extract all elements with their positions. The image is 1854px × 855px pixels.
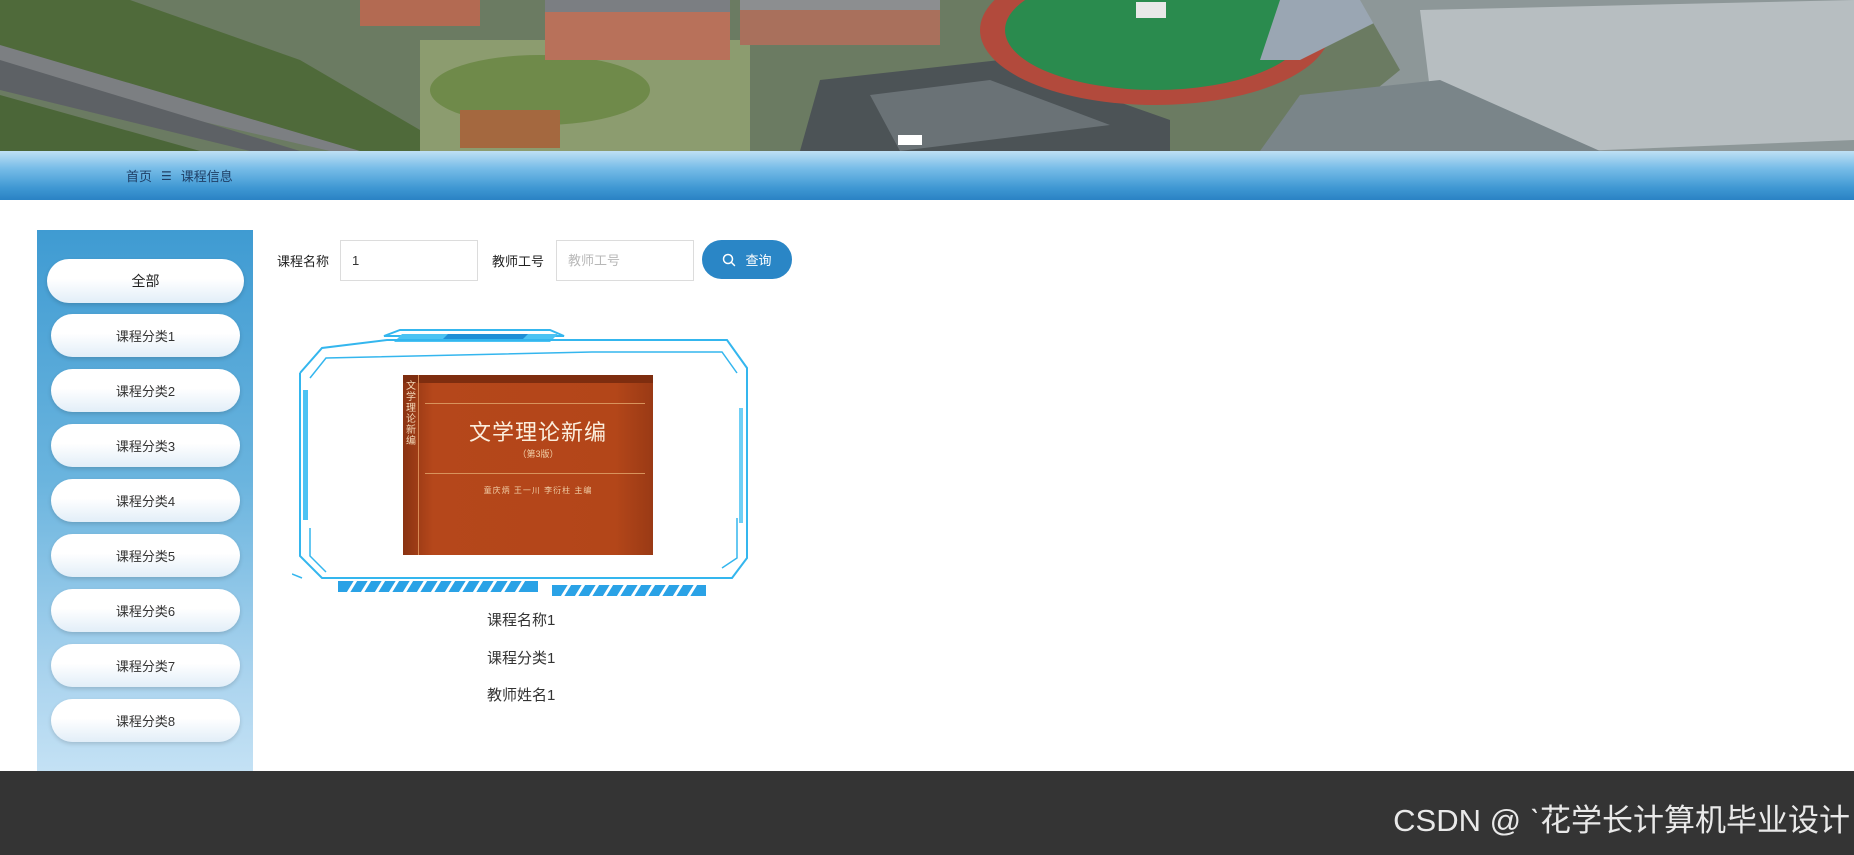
category-item-6[interactable]: 课程分类6 — [51, 589, 240, 632]
cover-authors: 童庆炳 王一川 李衍柱 主编 — [483, 486, 593, 495]
category-all[interactable]: 全部 — [47, 259, 244, 303]
category-item-4[interactable]: 课程分类4 — [51, 479, 240, 522]
cover-edition: （第3版） — [517, 449, 559, 459]
course-name[interactable]: 课程名称1 — [487, 609, 555, 630]
breadcrumb-home-link[interactable]: 首页 — [126, 166, 152, 185]
course-name-input[interactable] — [340, 240, 478, 281]
campus-banner — [0, 0, 1854, 151]
course-name-label: 课程名称 — [277, 254, 330, 269]
search-button[interactable]: 查询 — [702, 240, 792, 279]
csdn-watermark: CSDN @ ˋ花学长计算机毕业设计 — [1393, 803, 1850, 838]
cover-title: 文学理论新编 — [468, 421, 607, 446]
cover-rule-top — [425, 403, 645, 404]
cover-top-band — [403, 375, 653, 383]
teacher-id-label: 教师工号 — [492, 254, 545, 269]
search-icon — [723, 253, 736, 266]
course-cover-image[interactable]: 文学理论新编 文学理论新编 （第3版） 童庆炳 王一川 李衍柱 主编 — [403, 375, 653, 555]
category-item-8[interactable]: 课程分类8 — [51, 699, 240, 742]
category-item-5[interactable]: 课程分类5 — [51, 534, 240, 577]
breadcrumb-menu-icon: ☰ — [161, 168, 172, 183]
cover-rule-bottom — [425, 473, 645, 474]
search-button-label: 查询 — [745, 253, 772, 268]
page-footer: CSDN @ ˋ花学长计算机毕业设计 — [0, 771, 1854, 855]
teacher-id-input[interactable] — [556, 240, 694, 281]
course-teacher: 教师姓名1 — [487, 687, 556, 704]
category-sidebar: 全部 课程分类1 课程分类2 课程分类3 课程分类4 课程分类5 课程分类6 课… — [37, 230, 253, 783]
category-item-2[interactable]: 课程分类2 — [51, 369, 240, 412]
category-item-1[interactable]: 课程分类1 — [51, 314, 240, 357]
campus-aerial-illustration — [0, 0, 1854, 151]
breadcrumb: 首页 ☰ 课程信息 — [126, 166, 233, 185]
breadcrumb-current: 课程信息 — [180, 169, 233, 184]
cover-spine-text: 文学理论新编 — [406, 381, 416, 447]
course-category: 课程分类1 — [487, 650, 556, 667]
category-item-7[interactable]: 课程分类7 — [51, 644, 240, 687]
breadcrumb-bar: 首页 ☰ 课程信息 — [0, 151, 1854, 200]
category-item-3[interactable]: 课程分类3 — [51, 424, 240, 467]
